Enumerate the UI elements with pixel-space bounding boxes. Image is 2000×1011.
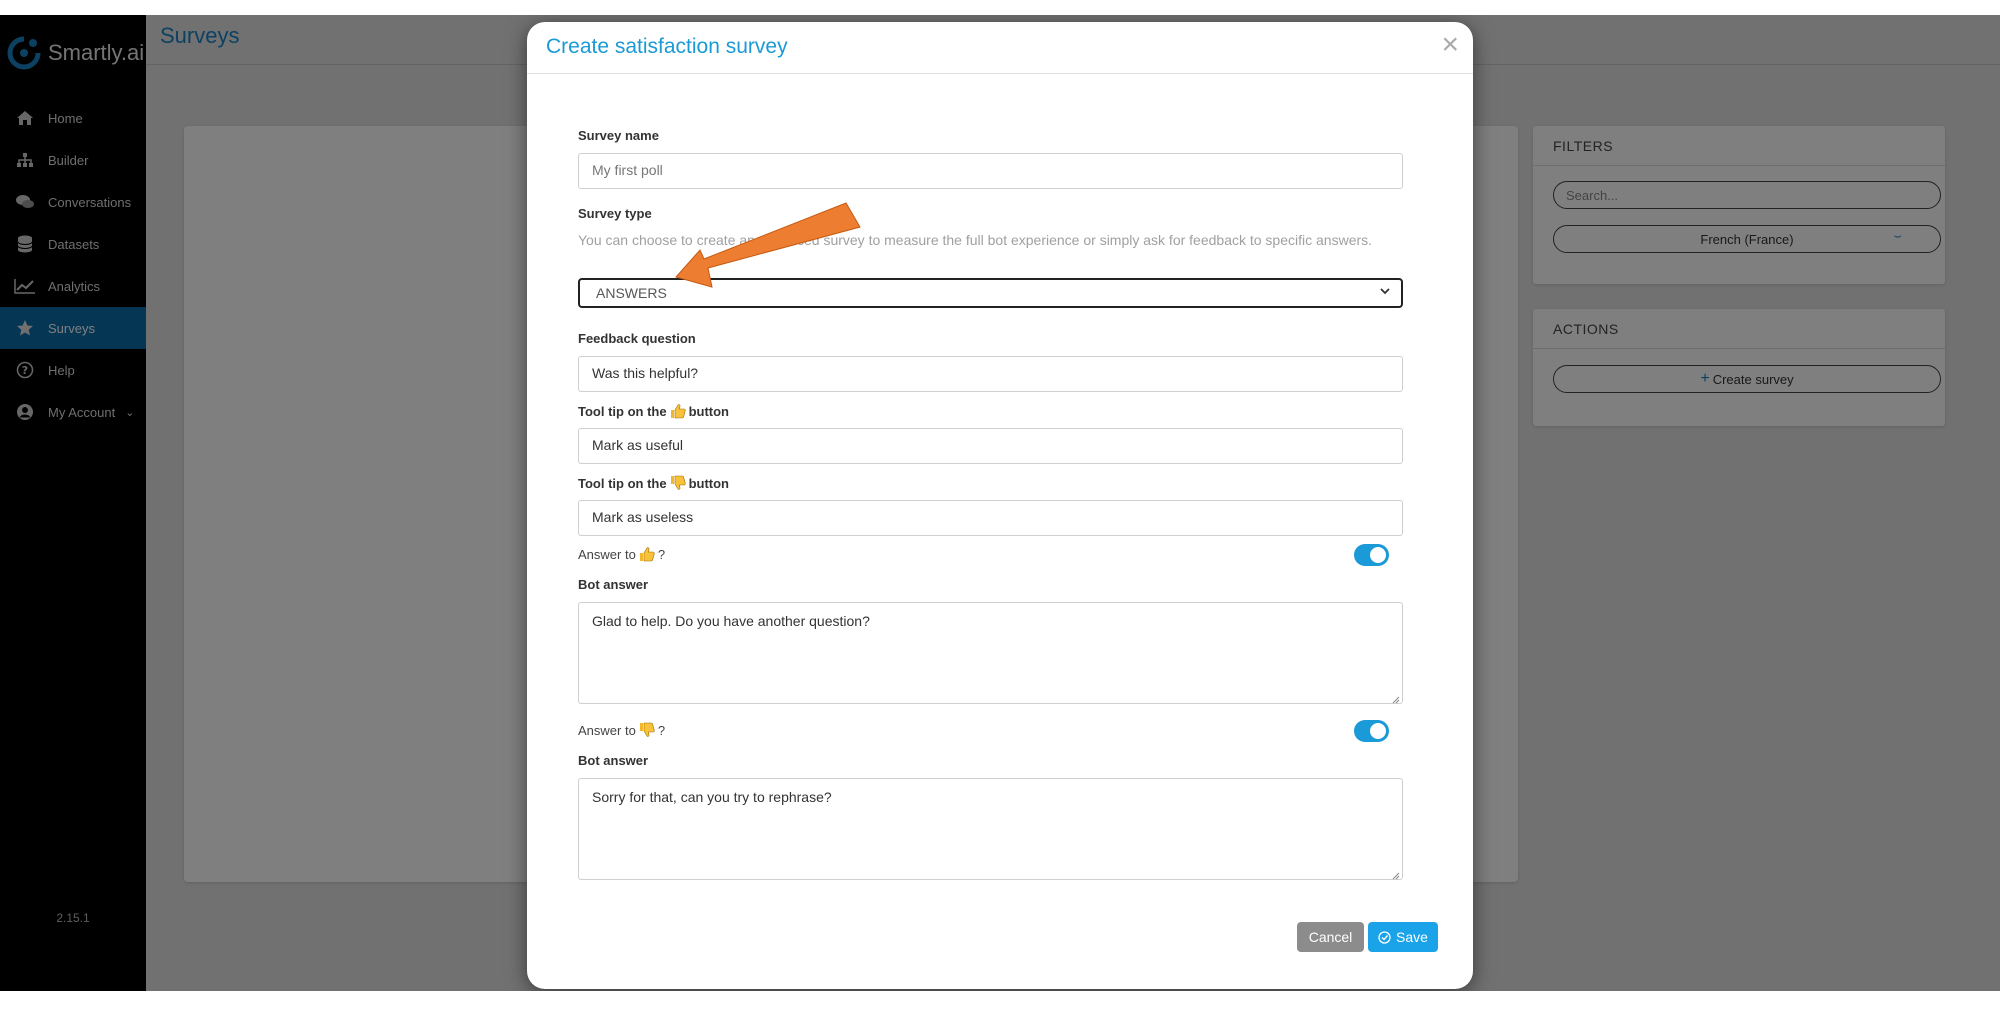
modal-title: Create satisfaction survey: [546, 35, 788, 58]
survey-type-hint: You can choose to create an advanced sur…: [578, 232, 1373, 248]
answer-down-label: Answer to ?: [578, 722, 665, 738]
create-survey-modal: Create satisfaction survey × Survey name…: [527, 22, 1473, 989]
survey-type-value: ANSWERS: [596, 285, 667, 301]
cancel-label: Cancel: [1308, 929, 1353, 945]
modal-header: Create satisfaction survey ×: [527, 22, 1473, 74]
chevron-down-icon: [1379, 285, 1391, 300]
save-button[interactable]: Save: [1368, 922, 1438, 952]
resize-handle-icon[interactable]: [1390, 867, 1400, 880]
answer-up-label: Answer to ?: [578, 546, 665, 562]
toggle-knob: [1370, 547, 1386, 563]
tooltip-up-input[interactable]: Mark as useful: [578, 428, 1403, 464]
bot-answer-down-label: Bot answer: [578, 753, 649, 768]
thumbs-down-icon: [639, 722, 655, 738]
survey-type-select[interactable]: ANSWERS: [578, 278, 1403, 308]
tooltip-down-suffix: button: [688, 475, 729, 491]
answer-up-suffix: ?: [657, 546, 666, 562]
save-label: Save: [1396, 929, 1428, 945]
feedback-question-label: Feedback question: [578, 331, 696, 346]
answer-down-toggle[interactable]: [1354, 720, 1389, 742]
tooltip-down-prefix: Tool tip on the: [578, 475, 667, 491]
bot-answer-down-textarea[interactable]: Sorry for that, can you try to rephrase?: [578, 778, 1403, 880]
tooltip-down-input[interactable]: Mark as useless: [578, 500, 1403, 536]
thumbs-up-icon: [639, 546, 655, 562]
tooltip-down-label: Tool tip on the button: [578, 475, 729, 491]
tooltip-up-prefix: Tool tip on the: [578, 403, 667, 419]
thumbs-down-icon: [670, 475, 686, 491]
tooltip-up-suffix: button: [688, 403, 729, 419]
close-icon[interactable]: ×: [1441, 30, 1459, 60]
bot-answer-up-label: Bot answer: [578, 577, 649, 592]
toggle-knob: [1370, 723, 1386, 739]
answer-up-toggle[interactable]: [1354, 544, 1389, 566]
survey-name-input[interactable]: My first poll: [578, 153, 1403, 189]
thumbs-up-icon: [670, 403, 686, 419]
bot-answer-up-value: Glad to help. Do you have another questi…: [592, 613, 870, 629]
survey-type-label: Survey type: [578, 206, 652, 221]
bot-answer-up-textarea[interactable]: Glad to help. Do you have another questi…: [578, 602, 1403, 704]
cancel-button[interactable]: Cancel: [1297, 922, 1364, 952]
answer-up-prefix: Answer to: [578, 546, 636, 562]
survey-name-label: Survey name: [578, 128, 659, 143]
check-circle-icon: [1378, 930, 1391, 944]
bot-answer-down-value: Sorry for that, can you try to rephrase?: [592, 789, 832, 805]
resize-handle-icon[interactable]: [1390, 691, 1400, 704]
tooltip-up-label: Tool tip on the button: [578, 403, 729, 419]
answer-down-suffix: ?: [657, 722, 666, 738]
answer-down-prefix: Answer to: [578, 722, 636, 738]
feedback-question-input[interactable]: Was this helpful?: [578, 356, 1403, 392]
